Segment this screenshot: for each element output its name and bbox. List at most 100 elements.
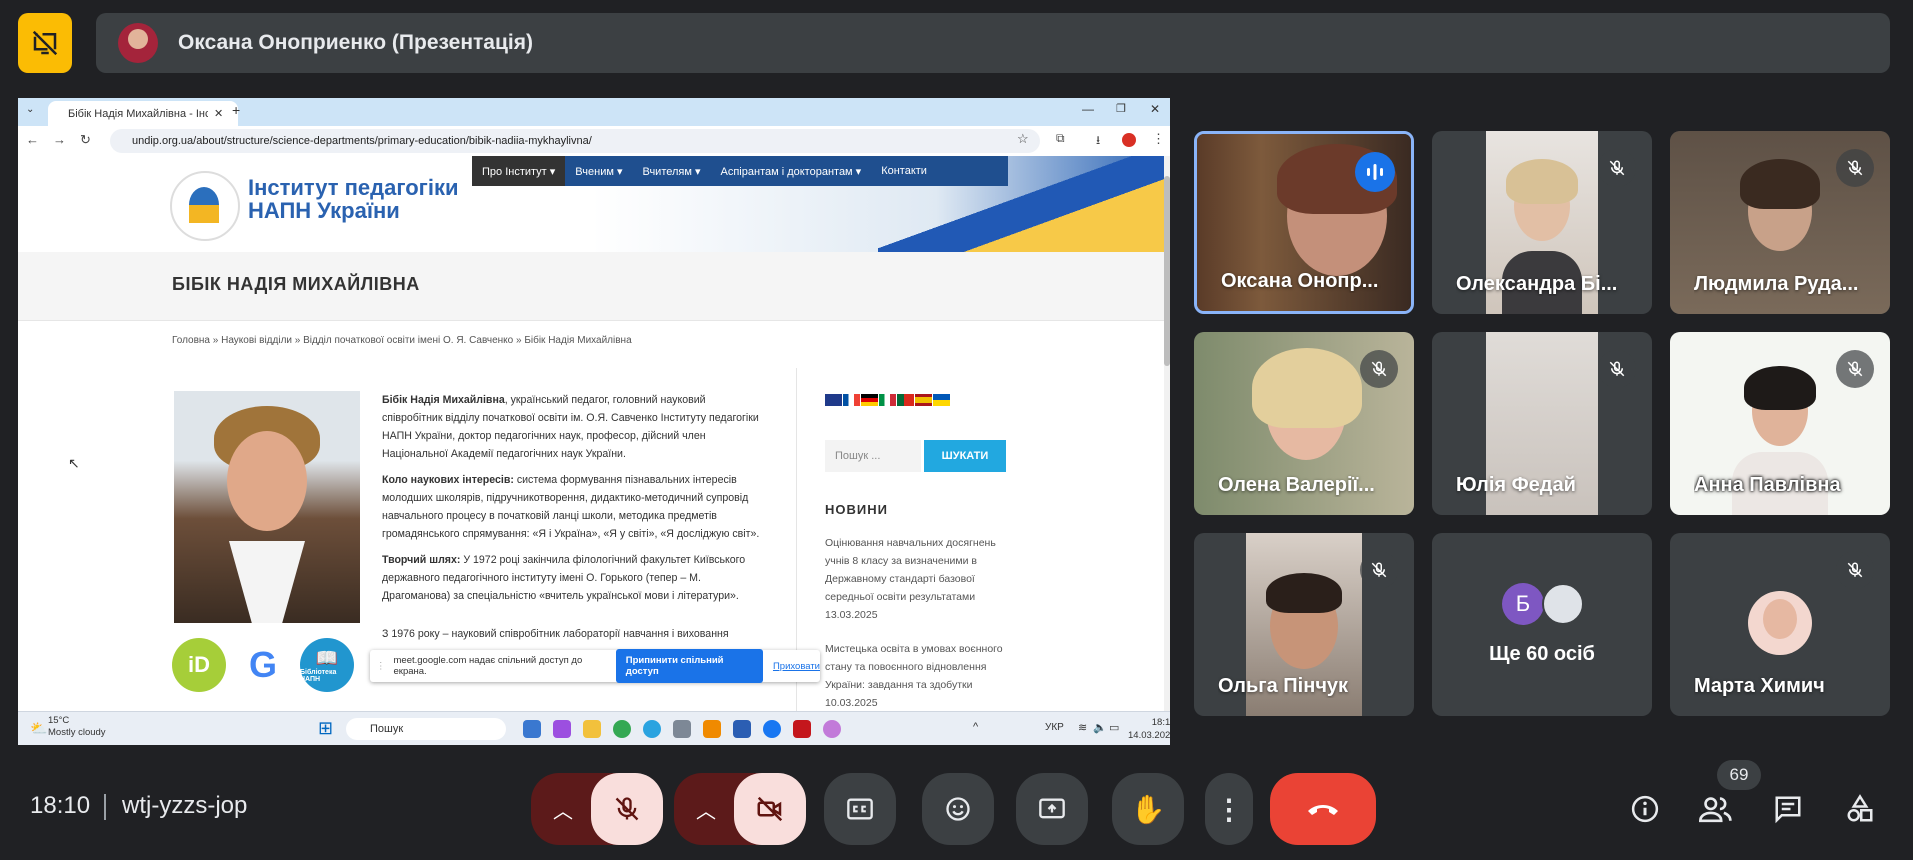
vlc-icon[interactable]	[703, 720, 721, 738]
nav-contacts[interactable]: Контакти	[871, 156, 937, 186]
participant-tile[interactable]: Юлія Федай	[1432, 332, 1652, 515]
flag-ua-icon[interactable]	[933, 394, 950, 406]
institute-logo[interactable]	[170, 171, 240, 241]
logo-text[interactable]: Інститут педагогіки НАПН України	[248, 176, 459, 222]
library-badge[interactable]: 📖 Бібліотека НАПН	[300, 638, 354, 692]
taskbar-clock[interactable]: 18:10 14.03.2025	[1128, 716, 1170, 742]
maximize-icon[interactable]: ❐	[1116, 102, 1126, 115]
presenter-bar: Оксана Оноприенко (Презентація)	[96, 13, 1890, 73]
tray-chevron-icon[interactable]: ^	[973, 721, 978, 733]
download-icon[interactable]: ⭳	[1096, 131, 1100, 152]
mic-off-icon	[1598, 149, 1636, 187]
stop-sharing-button[interactable]: Припинити спільний доступ	[615, 649, 763, 683]
volume-icon[interactable]: 🔈	[1093, 721, 1107, 734]
library-label: Бібліотека НАПН	[300, 668, 337, 683]
participant-tile-others[interactable]: Б Ще 60 осіб	[1432, 533, 1652, 716]
nav-teachers[interactable]: Вчителям ▾	[632, 156, 710, 186]
orcid-icon[interactable]: iD	[172, 638, 226, 692]
new-tab-icon[interactable]: +	[232, 102, 240, 118]
present-button[interactable]	[1016, 773, 1088, 845]
people-button[interactable]	[1696, 789, 1736, 829]
hand-icon: ✋	[1130, 793, 1166, 825]
edge-icon[interactable]	[523, 720, 541, 738]
url-field[interactable]: undip.org.ua/about/structure/science-dep…	[110, 129, 1040, 153]
meeting-details-button[interactable]	[1625, 789, 1665, 829]
menu-icon[interactable]: ⋮	[1152, 131, 1165, 147]
close-icon[interactable]: ✕	[214, 107, 223, 120]
shared-screen: ⌄ Бібік Надія Михайлівна - Інсти ✕ + — ❐…	[18, 98, 1170, 745]
chat-button[interactable]	[1768, 789, 1808, 829]
reload-icon[interactable]: ↻	[80, 132, 91, 148]
minimize-icon[interactable]: —	[1082, 102, 1094, 116]
flag-pt-icon[interactable]	[897, 394, 914, 406]
profile-icon[interactable]	[1122, 133, 1136, 147]
nav-graduate[interactable]: Аспірантам і докторантам ▾	[711, 156, 872, 186]
raise-hand-button[interactable]: ✋	[1112, 773, 1184, 845]
scrollbar[interactable]	[1164, 156, 1170, 711]
hide-notice-link[interactable]: Приховати	[773, 661, 820, 672]
scrollbar-thumb[interactable]	[1164, 176, 1170, 366]
news-item[interactable]: Мистецька освіта в умовах воєнного стану…	[825, 640, 1010, 712]
breadcrumb[interactable]: Головна » Наукові відділи » Відділ почат…	[172, 335, 632, 346]
site-search-input[interactable]: Пошук ...	[825, 440, 921, 472]
participant-tile[interactable]: Олена Валерії...	[1194, 332, 1414, 515]
tab-search-icon[interactable]: ⌄	[26, 104, 34, 115]
battery-icon[interactable]: ▭	[1109, 721, 1119, 734]
flag-it-icon[interactable]	[879, 394, 896, 406]
participant-tile[interactable]: Оксана Онопр...	[1194, 131, 1414, 314]
drag-handle-icon[interactable]: ⋮	[376, 661, 386, 672]
folder-icon[interactable]	[583, 720, 601, 738]
google-scholar-icon[interactable]: G	[236, 638, 290, 692]
participant-tile[interactable]: Олександра Бі...	[1432, 131, 1652, 314]
participant-tile[interactable]: Марта Химич	[1670, 533, 1890, 716]
participant-tile[interactable]: Ольга Пінчук	[1194, 533, 1414, 716]
news-item[interactable]: Оцінювання навчальних досягнень учнів 8 …	[825, 534, 1010, 624]
reactions-button[interactable]	[922, 773, 994, 845]
bio-interests-label: Коло наукових інтересів:	[382, 474, 514, 486]
windows-start-icon[interactable]: ⊞	[318, 718, 333, 739]
stop-presenting-button[interactable]	[18, 13, 72, 73]
camera-toggle-button[interactable]	[734, 773, 806, 845]
taskbar-search[interactable]: Пошук	[346, 718, 506, 740]
telegram-icon[interactable]	[643, 720, 661, 738]
viber-icon[interactable]	[823, 720, 841, 738]
flag-de-icon[interactable]	[861, 394, 878, 406]
acrobat-icon[interactable]	[793, 720, 811, 738]
people-count-badge: 69	[1717, 760, 1761, 790]
site-search-button[interactable]: ШУКАТИ	[924, 440, 1006, 472]
facebook-icon[interactable]	[763, 720, 781, 738]
weather-icon[interactable]: ⛅	[30, 720, 47, 737]
word-icon[interactable]	[733, 720, 751, 738]
flag-es-icon[interactable]	[915, 394, 932, 406]
extensions-icon[interactable]: ⧉	[1056, 131, 1065, 146]
browser-tab[interactable]: Бібік Надія Михайлівна - Інсти ✕	[48, 101, 238, 126]
copilot-icon[interactable]	[553, 720, 571, 738]
forward-icon[interactable]: →	[53, 132, 66, 147]
flag-fr-icon[interactable]	[843, 394, 860, 406]
wifi-icon[interactable]: ≋	[1078, 721, 1087, 734]
participant-tile[interactable]: Анна Павлівна	[1670, 332, 1890, 515]
captions-button[interactable]	[824, 773, 896, 845]
nav-scientists[interactable]: Вченим ▾	[565, 156, 632, 186]
window-close-icon[interactable]: ✕	[1150, 102, 1160, 116]
participant-tile[interactable]: Людмила Руда...	[1670, 131, 1890, 314]
page-title: БІБІК НАДІЯ МИХАЙЛІВНА	[172, 274, 420, 294]
participant-hair	[1744, 366, 1816, 410]
activities-button[interactable]	[1840, 789, 1880, 829]
mic-toggle-button[interactable]	[591, 773, 663, 845]
camera-control: ︿	[674, 773, 806, 845]
more-options-button[interactable]: ⋮	[1205, 773, 1253, 845]
star-icon[interactable]: ☆	[1017, 131, 1029, 147]
nav-about[interactable]: Про Інститут ▾	[472, 156, 566, 186]
site-header: Інститут педагогіки НАПН України Про Інс…	[18, 156, 1170, 252]
chrome-icon[interactable]	[613, 720, 631, 738]
back-icon[interactable]: ←	[26, 132, 39, 147]
present-screen-icon	[1039, 798, 1065, 819]
language-indicator[interactable]: УКР	[1045, 722, 1064, 733]
calculator-icon[interactable]	[673, 720, 691, 738]
weather-widget[interactable]: 15°C Mostly cloudy	[48, 715, 106, 739]
leave-call-button[interactable]	[1270, 773, 1376, 845]
meeting-code[interactable]: wtj-yzzs-jop	[122, 792, 247, 820]
participant-name: Юлія Федай	[1456, 474, 1576, 496]
flag-en-icon[interactable]	[825, 394, 842, 406]
